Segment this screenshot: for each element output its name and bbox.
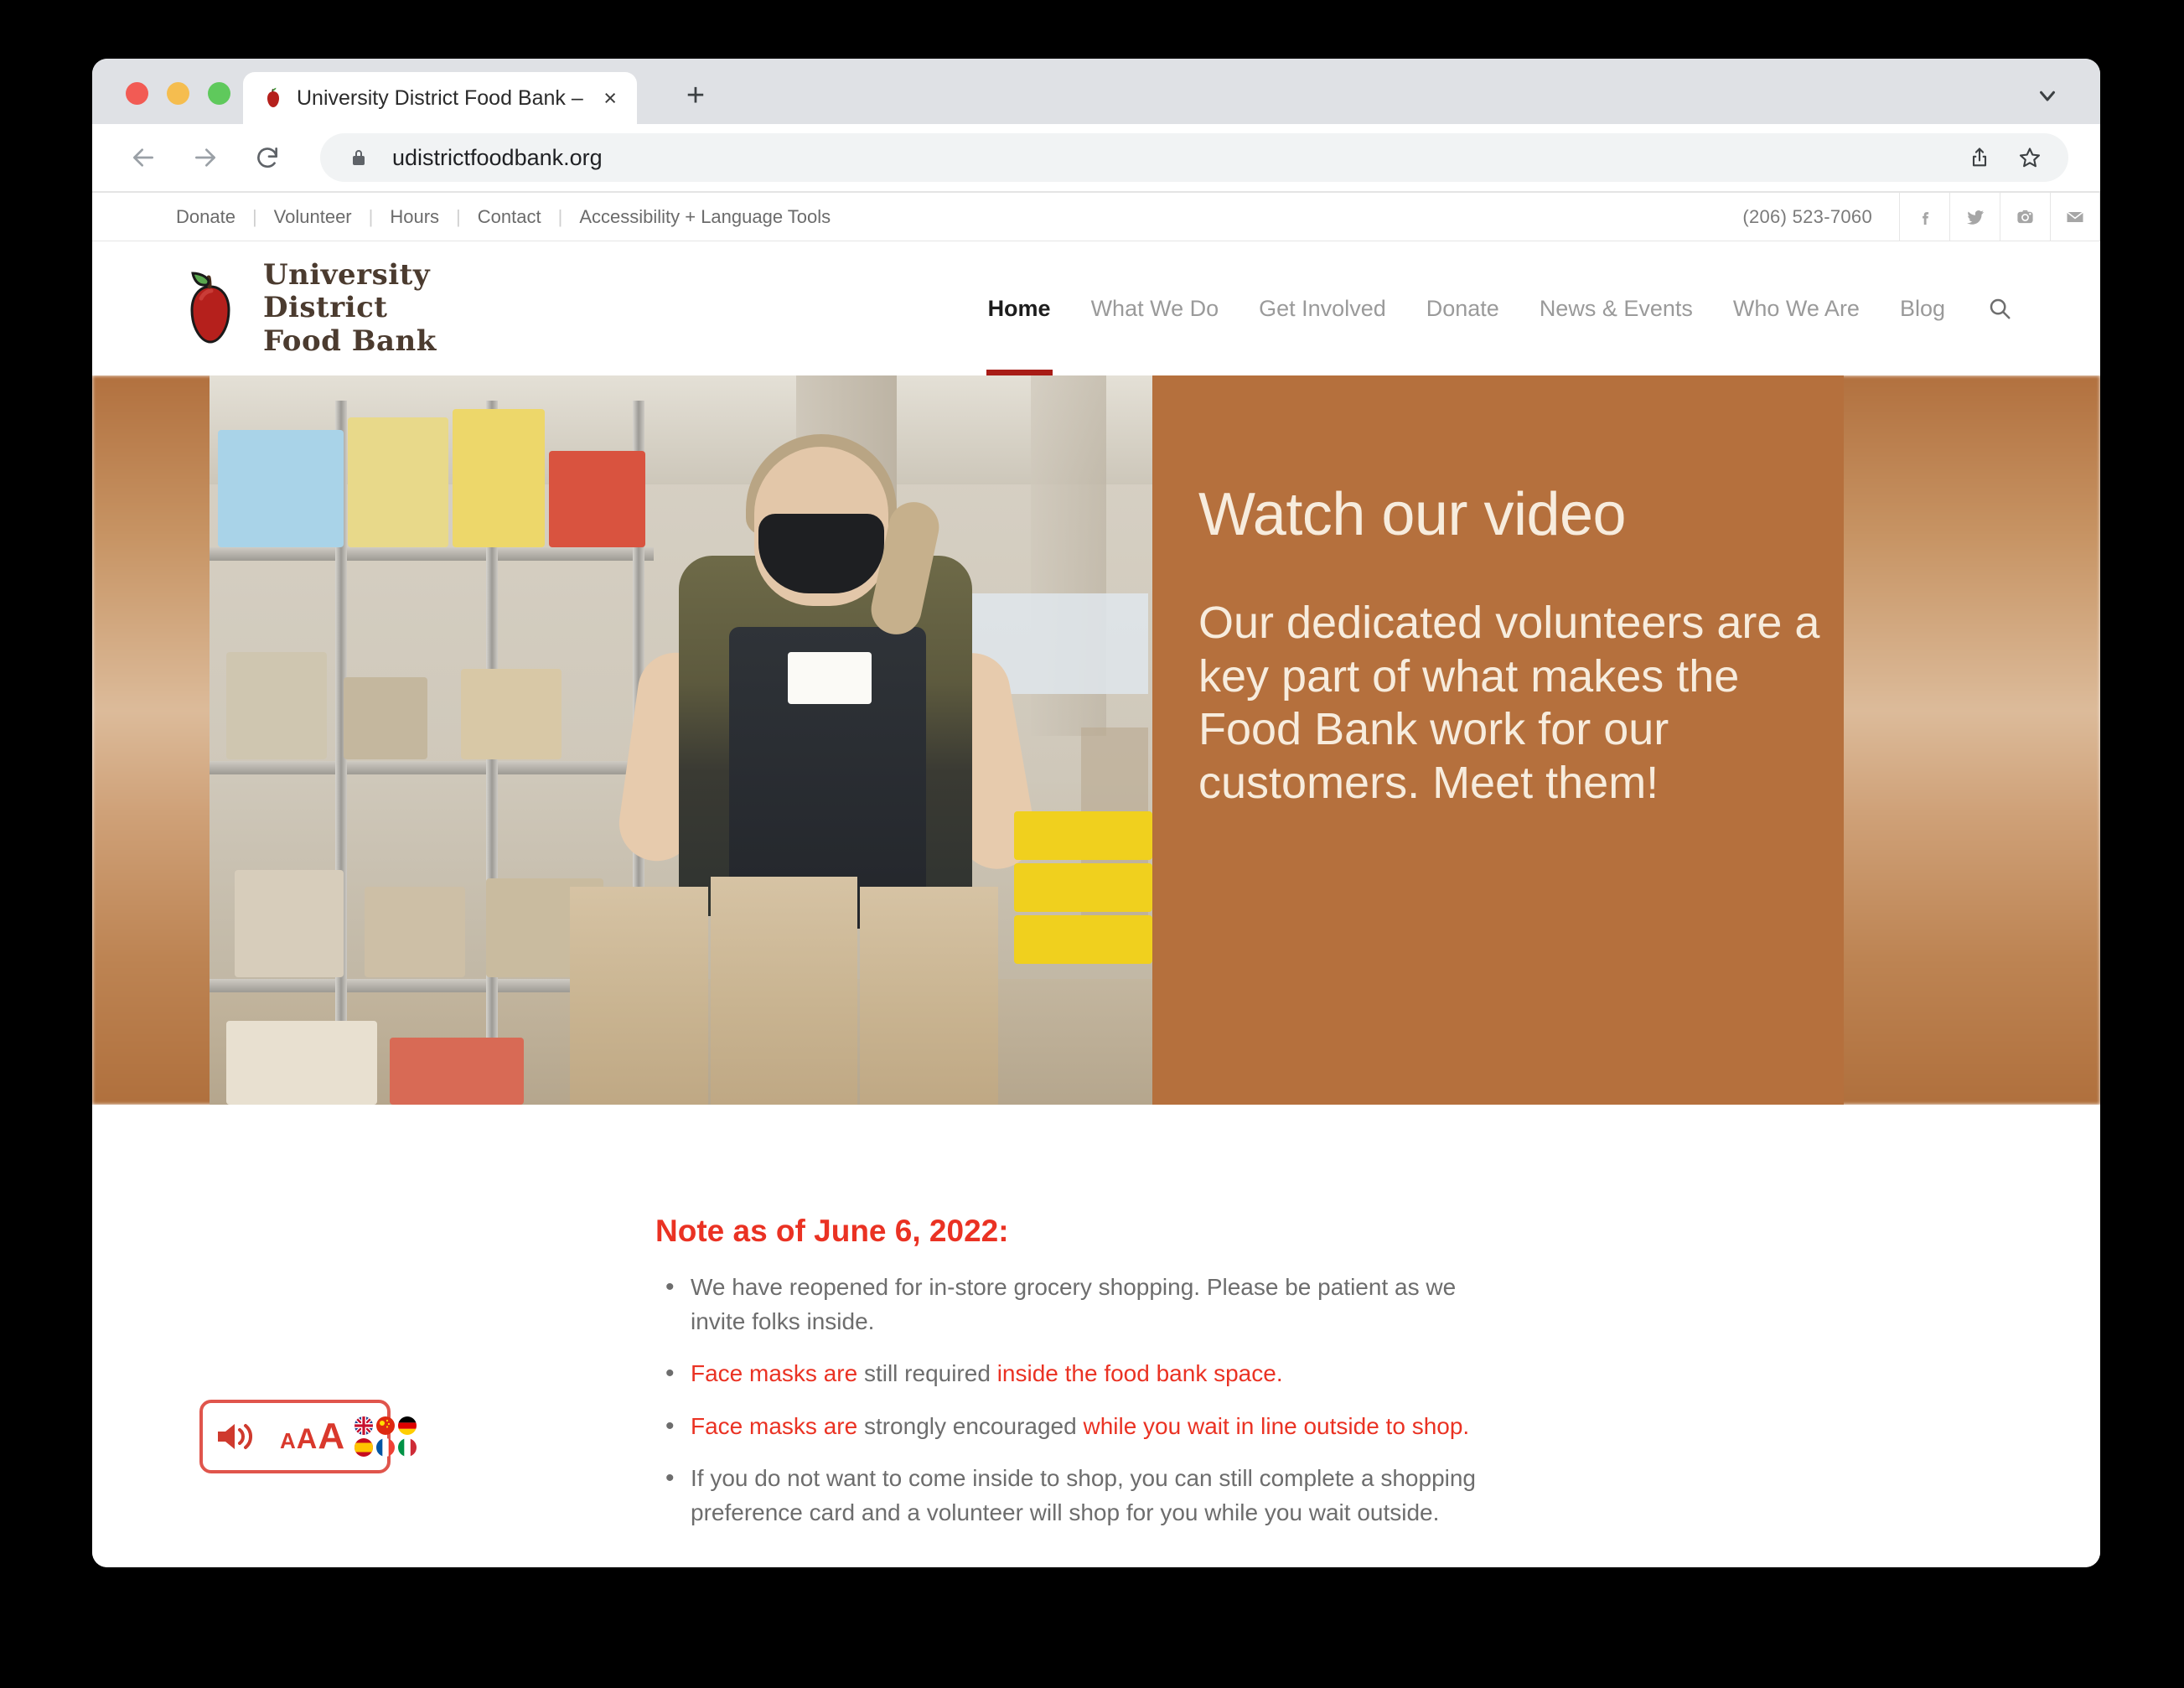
url-text: udistrictfoodbank.org [392,144,603,170]
email-icon[interactable] [2050,193,2100,241]
nav-item-news-events[interactable]: News & Events [1519,241,1713,375]
utility-link-volunteer[interactable]: Volunteer [257,206,369,228]
tab-title: University District Food Bank – [297,85,583,110]
reload-icon[interactable] [248,138,287,177]
facebook-icon[interactable] [1899,193,1949,241]
notice-bullet-2: Face masks are still required inside the… [655,1355,1517,1391]
notice-bullet-list: We have reopened for in-store grocery sh… [655,1269,1517,1530]
nav-item-what-we-do[interactable]: What We Do [1071,241,1239,375]
twitter-icon[interactable] [1949,193,2000,241]
watch-video-panel[interactable]: Watch our video Our dedicated volunteers… [1152,375,1844,1105]
utility-nav-links: Donate | Volunteer | Hours | Contact | A… [176,206,847,228]
text-size-large[interactable]: A [318,1416,344,1458]
notice-content: Note as of June 6, 2022: We have reopene… [92,1214,1517,1530]
notice-text-red: Face masks are [691,1360,864,1387]
nav-item-get-involved[interactable]: Get Involved [1239,241,1406,375]
notice-text-red: while you wait in line outside to shop. [1083,1412,1470,1439]
text-size-medium[interactable]: A [297,1423,318,1456]
website-viewport: Donate | Volunteer | Hours | Contact | A… [92,193,2100,1567]
forward-arrow-icon[interactable] [186,138,225,177]
tab-strip: University District Food Bank – × + [92,59,2100,124]
hero-banner: Watch our video Our dedicated volunteers… [92,375,2100,1105]
utility-nav-bar: Donate | Volunteer | Hours | Contact | A… [92,193,2100,241]
notice-bullet-1: We have reopened for in-store grocery sh… [655,1269,1517,1338]
notice-heading: Note as of June 6, 2022: [655,1214,1009,1248]
lock-icon [342,141,375,174]
logo-line-2: District [263,291,388,325]
text-size-control[interactable]: A A A [280,1416,344,1458]
logo-wordmark: University District Food Bank [263,257,437,358]
notice-bullet-4: If you do not want to come inside to sho… [655,1460,1517,1530]
maximize-window-button[interactable] [208,82,230,105]
hero-subtitle: Our dedicated volunteers are a key part … [1198,598,1820,809]
instagram-icon[interactable] [2000,193,2050,241]
notice-bullet-3: Face masks are strongly encouraged while… [655,1408,1517,1444]
notice-section: Note as of June 6, 2022: We have reopene… [92,1105,2100,1525]
flag-spain[interactable] [355,1438,374,1457]
browser-toolbar: udistrictfoodbank.org [92,124,2100,193]
nav-item-donate[interactable]: Donate [1406,241,1519,375]
utility-nav-right: (206) 523-7060 [1742,193,2100,241]
site-header: University District Food Bank Home What … [92,241,2100,375]
utility-link-donate[interactable]: Donate [176,206,252,228]
star-icon[interactable] [2013,141,2047,174]
nav-item-blog[interactable]: Blog [1880,241,1965,375]
accessibility-widget[interactable]: A A A [199,1400,417,1473]
apple-logo-icon [176,270,245,347]
volunteer-photo [210,375,1152,1105]
utility-link-hours[interactable]: Hours [373,206,456,228]
back-arrow-icon[interactable] [124,138,163,177]
nav-item-home[interactable]: Home [968,241,1071,375]
close-tab-button[interactable]: × [598,86,622,110]
nav-item-who-we-are[interactable]: Who We Are [1713,241,1880,375]
notice-text-red: inside the food bank space. [996,1360,1283,1387]
apple-icon [261,86,285,110]
minimize-window-button[interactable] [167,82,189,105]
chevron-down-icon[interactable] [2028,79,2067,112]
notice-text: still required [863,1360,997,1387]
flag-uk[interactable] [355,1416,374,1435]
flag-france[interactable] [376,1438,396,1457]
logo-line-3: Food Bank [263,324,437,358]
browser-tab[interactable]: University District Food Bank – × [243,72,637,124]
flag-germany[interactable] [398,1416,417,1435]
share-icon[interactable] [1963,141,1996,174]
text-size-small[interactable]: A [280,1428,296,1454]
utility-link-contact[interactable]: Contact [461,206,558,228]
notice-text-red: Face masks are [691,1412,864,1439]
flag-china[interactable] [376,1416,396,1435]
new-tab-button[interactable]: + [670,75,721,116]
utility-link-accessibility[interactable]: Accessibility + Language Tools [562,206,847,228]
hero-content: Watch our video Our dedicated volunteers… [210,375,2100,1105]
search-icon[interactable] [1965,296,2021,321]
address-bar[interactable]: udistrictfoodbank.org [320,133,2068,182]
notice-text: strongly encouraged [863,1412,1084,1439]
logo-line-1: University [263,257,431,292]
close-window-button[interactable] [126,82,148,105]
hero-title: Watch our video [1198,481,1627,548]
notice-text: If you do not want to come inside to sho… [691,1465,1477,1525]
main-navigation: Home What We Do Get Involved Donate News… [968,241,2021,375]
phone-number[interactable]: (206) 523-7060 [1742,206,1899,228]
window-controls [126,82,230,105]
flag-italy[interactable] [398,1438,417,1457]
browser-window: University District Food Bank – × + udis… [92,59,2100,1567]
site-logo[interactable]: University District Food Bank [176,257,437,358]
language-flags[interactable] [355,1416,417,1457]
speaker-icon[interactable] [215,1418,260,1455]
notice-text: We have reopened for in-store grocery sh… [691,1274,1457,1334]
